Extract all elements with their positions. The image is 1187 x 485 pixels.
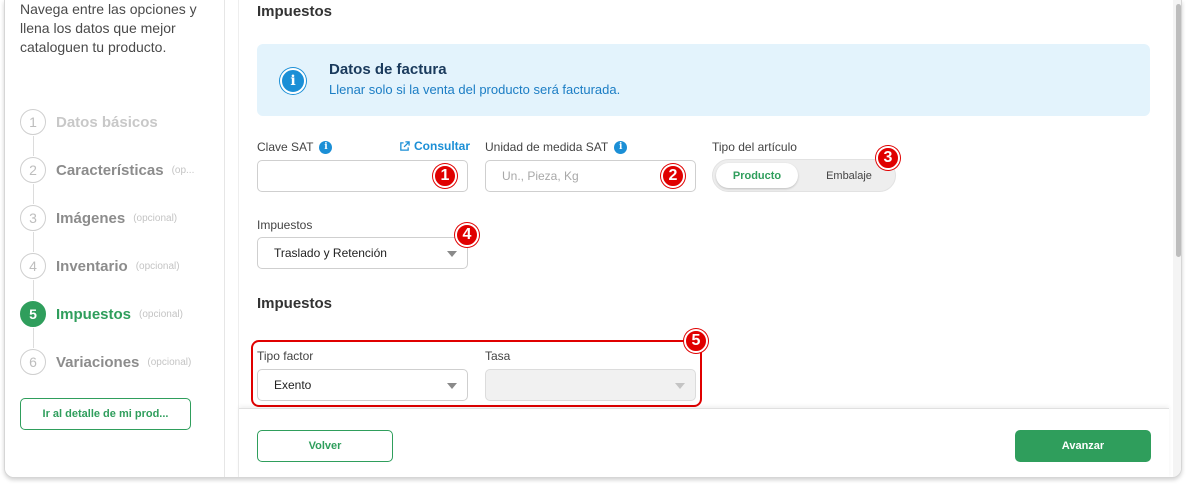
step-impuestos[interactable]: 5 Impuestos (opcional) <box>20 300 183 328</box>
step-number: 1 <box>20 109 46 135</box>
step-connector <box>33 232 34 252</box>
info-icon[interactable]: i <box>319 140 333 154</box>
impuestos-select[interactable]: Traslado y Retención <box>257 237 468 269</box>
main-panel: Impuestos i Datos de factura Llenar solo… <box>238 0 1169 477</box>
chevron-down-icon <box>447 383 457 389</box>
step-optional: (opcional) <box>135 260 180 272</box>
step-optional: (opcional) <box>139 308 183 320</box>
sidebar: Navega entre las opciones y llena los da… <box>5 0 225 477</box>
step-label: Inventario <box>56 257 128 275</box>
step-label: Impuestos <box>56 305 132 323</box>
section-title: Impuestos <box>257 3 333 20</box>
step-caracteristicas[interactable]: 2 Características (op... <box>20 156 194 184</box>
app-frame: Navega entre las opciones y llena los da… <box>4 0 1182 478</box>
info-icon: i <box>280 68 306 94</box>
tipo-factor-label: Tipo factor <box>257 349 314 363</box>
tasa-select[interactable] <box>485 369 696 401</box>
external-link-icon <box>400 140 410 151</box>
unidad-sat-label-text: Unidad de medida SAT <box>485 140 609 154</box>
tasa-label: Tasa <box>485 349 511 363</box>
step-label: Variaciones <box>56 353 140 371</box>
product-detail-button[interactable]: Ir al detalle de mi prod... <box>20 398 191 430</box>
step-datos-basicos[interactable]: 1 Datos básicos <box>20 108 158 136</box>
step-number: 4 <box>20 253 46 279</box>
clave-sat-label-text: Clave SAT <box>257 140 314 154</box>
annotation-badge: 5 <box>684 329 708 353</box>
tipo-factor-select[interactable]: Exento <box>257 369 468 401</box>
step-connector <box>33 328 34 348</box>
step-number: 3 <box>20 205 46 231</box>
chevron-down-icon <box>447 251 457 257</box>
step-connector <box>33 280 34 300</box>
step-variaciones[interactable]: 6 Variaciones (opcional) <box>20 348 191 376</box>
impuestos-value: Traslado y Retención <box>274 246 387 260</box>
invoice-info-banner: i Datos de factura Llenar solo si la ven… <box>257 44 1150 116</box>
step-number: 2 <box>20 157 46 183</box>
next-button[interactable]: Avanzar <box>1015 430 1151 462</box>
chevron-down-icon <box>675 383 685 389</box>
step-number: 6 <box>20 349 46 375</box>
step-number: 5 <box>20 301 46 327</box>
annotation-badge: 1 <box>433 164 457 188</box>
step-imagenes[interactable]: 3 Imágenes (opcional) <box>20 204 177 232</box>
consultar-label: Consultar <box>414 139 471 153</box>
step-connector <box>33 136 34 156</box>
step-optional: (opcional) <box>133 212 178 224</box>
toggle-option-producto[interactable]: Producto <box>716 163 798 188</box>
scrollbar-thumb[interactable] <box>1176 4 1181 257</box>
sidebar-intro: Navega entre las opciones y llena los da… <box>20 1 197 55</box>
info-title: Datos de factura <box>329 61 447 78</box>
step-label: Características <box>56 161 164 179</box>
step-label: Datos básicos <box>56 113 158 131</box>
step-optional: (opcional) <box>147 356 192 368</box>
step-inventario[interactable]: 4 Inventario (opcional) <box>20 252 180 280</box>
scrollbar[interactable] <box>1173 0 1181 477</box>
tipo-articulo-label: Tipo del artículo <box>712 140 797 154</box>
impuestos-label: Impuestos <box>257 218 313 232</box>
back-button[interactable]: Volver <box>257 430 393 462</box>
info-subtitle: Llenar solo si la venta del producto ser… <box>329 82 621 97</box>
step-label: Imágenes <box>56 209 126 227</box>
step-optional: (op... <box>171 164 195 176</box>
tipo-articulo-toggle: Producto Embalaje <box>712 159 896 192</box>
consultar-link[interactable]: Consultar <box>399 139 470 153</box>
unidad-sat-label: Unidad de medida SAT i <box>485 140 628 154</box>
step-connector <box>33 184 34 204</box>
annotation-badge: 3 <box>876 146 900 170</box>
info-icon[interactable]: i <box>614 140 628 154</box>
form-footer: Volver Avanzar <box>239 408 1169 477</box>
tipo-factor-value: Exento <box>274 378 312 392</box>
clave-sat-label: Clave SAT i <box>257 140 333 154</box>
annotation-badge: 2 <box>661 164 685 188</box>
annotation-badge: 4 <box>455 223 479 247</box>
subsection-title: Impuestos <box>257 295 333 312</box>
